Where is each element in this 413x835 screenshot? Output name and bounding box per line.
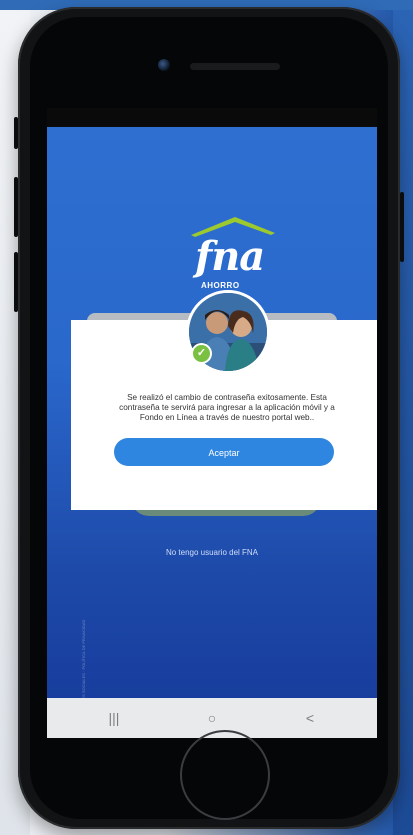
mute-switch xyxy=(14,117,18,149)
app-screen: fna AHORRO REDES SOCIALES · POLÍTICA DE … xyxy=(47,108,377,738)
status-bar xyxy=(47,108,377,126)
success-check-icon: ✓ xyxy=(191,343,212,364)
success-message: Se realizó el cambio de contraseña exito… xyxy=(119,393,335,422)
power-button xyxy=(400,192,404,262)
earpiece-speaker xyxy=(190,63,280,70)
phone-home-button xyxy=(180,730,270,820)
side-legal-text: REDES SOCIALES · POLÍTICA DE PRIVACIDAD xyxy=(81,619,86,708)
accept-button[interactable]: Aceptar xyxy=(114,438,334,466)
recent-apps-icon[interactable]: ||| xyxy=(99,708,129,728)
front-camera-icon xyxy=(158,59,170,71)
brand-tagline: AHORRO xyxy=(201,281,240,290)
fna-logo: fna AHORRO xyxy=(187,213,277,298)
brand-wordmark: fna xyxy=(195,233,265,280)
volume-down-button xyxy=(14,252,18,312)
volume-up-button xyxy=(14,177,18,237)
back-nav-icon[interactable]: < xyxy=(295,708,325,728)
home-nav-icon[interactable]: ○ xyxy=(197,708,227,728)
no-user-link[interactable]: No tengo usuario del FNA xyxy=(47,548,377,557)
